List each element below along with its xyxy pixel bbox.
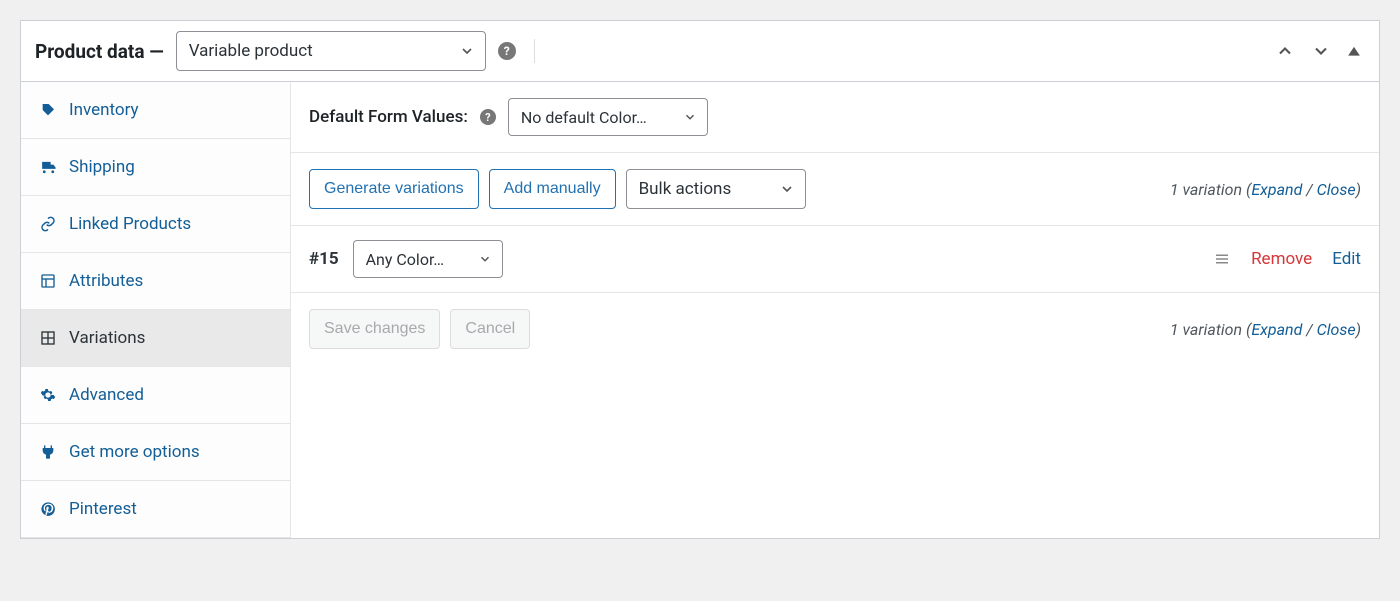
drag-handle-icon[interactable] — [1213, 250, 1231, 268]
pinterest-icon — [39, 500, 57, 518]
gear-icon — [39, 386, 57, 404]
variations-tab-content: Default Form Values: ? No default Color…… — [291, 82, 1379, 538]
sidebar-item-label: Attributes — [69, 271, 143, 291]
sidebar-item-label: Inventory — [69, 100, 139, 120]
variation-attribute-select[interactable]: Any Color… — [353, 240, 503, 278]
chevron-down-icon — [683, 110, 697, 124]
cancel-button[interactable]: Cancel — [450, 309, 530, 349]
default-form-label: Default Form Values: — [309, 107, 468, 127]
variation-attribute-value: Any Color… — [366, 250, 445, 269]
variations-footer: Save changes Cancel 1 variation (Expand … — [291, 293, 1379, 365]
product-type-select[interactable]: Variable product — [176, 31, 486, 71]
help-icon[interactable]: ? — [480, 109, 496, 125]
help-icon[interactable]: ? — [498, 42, 516, 60]
default-color-select[interactable]: No default Color… — [508, 98, 708, 136]
edit-variation-link[interactable]: Edit — [1332, 249, 1361, 269]
tag-icon — [39, 101, 57, 119]
default-color-value: No default Color… — [521, 108, 647, 127]
variations-count: 1 variation — [1170, 320, 1242, 339]
variation-row: #15 Any Color… Remove Edit — [291, 226, 1379, 293]
sidebar-item-variations[interactable]: Variations — [21, 310, 290, 367]
sidebar-item-attributes[interactable]: Attributes — [21, 253, 290, 310]
sidebar-item-label: Variations — [69, 328, 145, 348]
sidebar: Inventory Shipping Linked Products Attri… — [21, 82, 291, 538]
panel-collapse-icon[interactable] — [1347, 44, 1361, 58]
panel-move-up[interactable] — [1275, 41, 1295, 61]
grid-icon — [39, 329, 57, 347]
plug-icon — [39, 443, 57, 461]
bulk-actions-value: Bulk actions — [639, 179, 732, 199]
sidebar-item-inventory[interactable]: Inventory — [21, 82, 290, 139]
expand-link[interactable]: Expand — [1251, 320, 1302, 339]
sidebar-item-pinterest[interactable]: Pinterest — [21, 481, 290, 538]
chevron-down-icon — [779, 181, 795, 197]
chevron-down-icon — [478, 252, 492, 266]
separator — [534, 39, 535, 63]
variations-pager: 1 variation (Expand / Close) — [1170, 320, 1361, 339]
sidebar-item-label: Linked Products — [69, 214, 191, 234]
link-icon — [39, 215, 57, 233]
variation-id: #15 — [309, 249, 339, 269]
bulk-actions-select[interactable]: Bulk actions — [626, 169, 806, 209]
close-link[interactable]: Close — [1317, 180, 1356, 199]
sidebar-item-label: Pinterest — [69, 499, 137, 519]
truck-icon — [39, 158, 57, 176]
sidebar-item-label: Advanced — [69, 385, 144, 405]
chevron-down-icon — [459, 43, 475, 59]
add-manually-button[interactable]: Add manually — [489, 169, 616, 209]
sidebar-item-linked-products[interactable]: Linked Products — [21, 196, 290, 253]
sidebar-item-shipping[interactable]: Shipping — [21, 139, 290, 196]
remove-variation-link[interactable]: Remove — [1251, 249, 1312, 269]
sidebar-item-advanced[interactable]: Advanced — [21, 367, 290, 424]
expand-link[interactable]: Expand — [1251, 180, 1302, 199]
variation-actions: Remove Edit — [1213, 249, 1361, 269]
sidebar-item-get-more[interactable]: Get more options — [21, 424, 290, 481]
panel-move-down[interactable] — [1311, 41, 1331, 61]
generate-variations-button[interactable]: Generate variations — [309, 169, 479, 209]
product-data-panel: Product data — Variable product ? — [20, 20, 1380, 539]
variations-count: 1 variation — [1170, 180, 1242, 199]
panel-title: Product data — — [35, 40, 164, 63]
variations-pager: 1 variation (Expand / Close) — [1170, 180, 1361, 199]
panel-header: Product data — Variable product ? — [21, 21, 1379, 82]
sidebar-item-label: Shipping — [69, 157, 135, 177]
layout-icon — [39, 272, 57, 290]
variations-toolbar: Generate variations Add manually Bulk ac… — [291, 153, 1379, 226]
panel-body: Inventory Shipping Linked Products Attri… — [21, 82, 1379, 538]
default-form-row: Default Form Values: ? No default Color… — [291, 82, 1379, 153]
panel-controls — [1275, 41, 1365, 61]
product-type-value: Variable product — [189, 41, 313, 61]
close-link[interactable]: Close — [1317, 320, 1356, 339]
sidebar-item-label: Get more options — [69, 442, 200, 462]
save-changes-button[interactable]: Save changes — [309, 309, 440, 349]
